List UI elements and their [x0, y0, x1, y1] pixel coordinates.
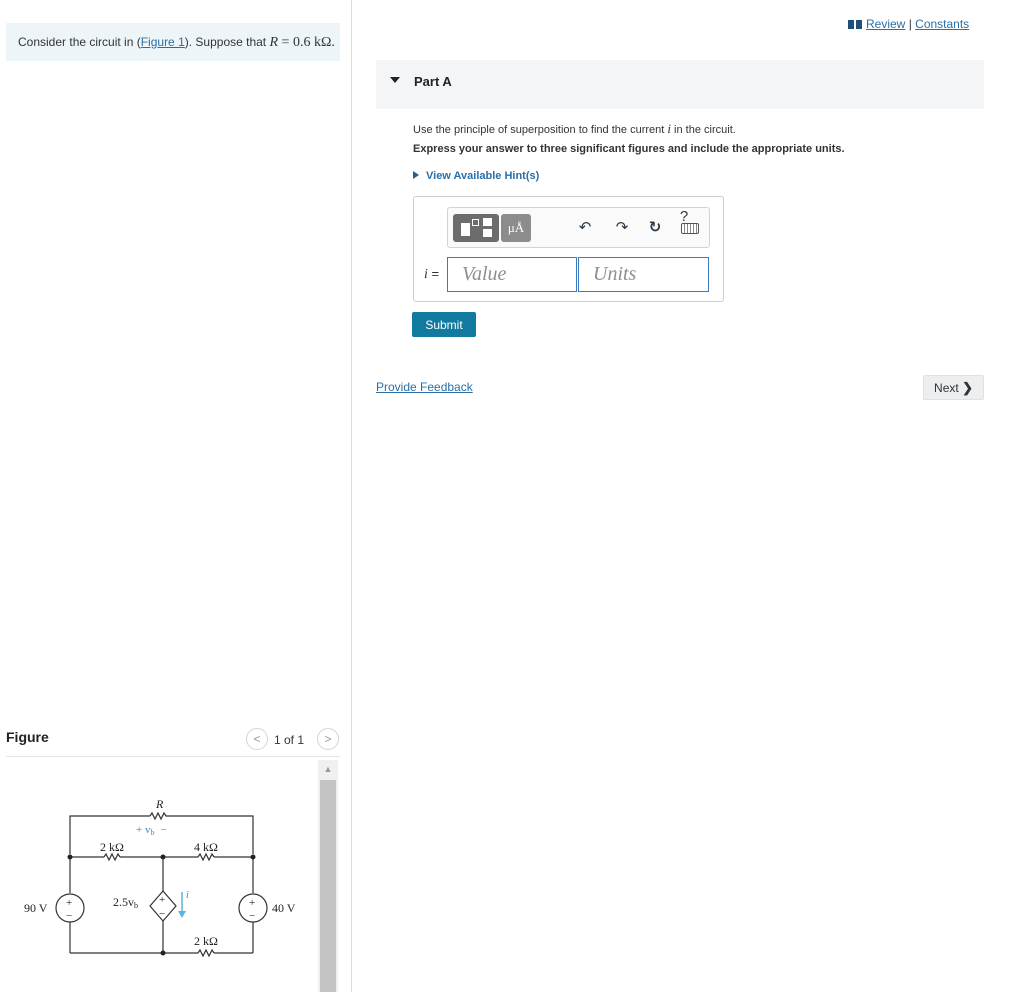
problem-prefix: Consider the circuit in (: [18, 35, 141, 49]
figure-pager: 1 of 1: [274, 733, 305, 747]
figure-scrollbar[interactable]: ▲: [318, 760, 338, 992]
reset-icon[interactable]: ↻: [643, 214, 667, 242]
units-input[interactable]: [578, 257, 709, 292]
v1-minus: −: [66, 910, 72, 922]
label-r3: 2 kΩ: [194, 934, 218, 948]
part-instruction: Use the principle of superposition to fi…: [413, 121, 736, 136]
part-a-header[interactable]: Part A: [376, 60, 984, 109]
v1-plus: +: [66, 897, 72, 909]
templates-icon[interactable]: [453, 214, 499, 242]
units-symbol-button[interactable]: μÅ: [501, 214, 531, 242]
redo-icon[interactable]: ↷: [610, 214, 634, 242]
provide-feedback-link[interactable]: Provide Feedback: [376, 380, 473, 394]
constants-link[interactable]: Constants: [915, 17, 969, 31]
figure-next-button[interactable]: >: [317, 728, 339, 750]
math-toolbar: μÅ ↶ ↷ ↻: [447, 207, 710, 248]
label-vb: + vb −: [136, 824, 167, 837]
label-dep: 2.5vb: [113, 895, 138, 910]
figure-title: Figure: [6, 729, 49, 745]
scroll-thumb[interactable]: [320, 780, 336, 992]
problem-statement: Consider the circuit in (Figure 1). Supp…: [6, 23, 340, 61]
label-v1: 90 V: [24, 901, 48, 915]
problem-middle: ). Suppose that: [184, 35, 270, 49]
v2-plus: +: [249, 897, 255, 909]
undo-icon[interactable]: ↶: [573, 214, 597, 242]
dep-minus: −: [159, 908, 165, 920]
label-r1: 2 kΩ: [100, 840, 124, 854]
part-title: Part A: [414, 74, 452, 89]
label-v2: 40 V: [272, 901, 296, 915]
circuit-diagram: R + vb − 2 kΩ 4 kΩ 2 kΩ 90 V 40 V 2.5vb i…: [24, 797, 296, 958]
book-icon: [848, 20, 862, 29]
review-constants-links: Review | Constants: [848, 17, 969, 31]
link-separator: |: [905, 17, 916, 31]
view-hints-toggle[interactable]: View Available Hint(s): [413, 170, 539, 182]
next-button[interactable]: Next ❯: [923, 375, 984, 400]
caret-down-icon[interactable]: [390, 77, 400, 83]
answer-variable-label: i =: [424, 266, 440, 282]
left-pane: Consider the circuit in (Figure 1). Supp…: [0, 0, 352, 992]
review-link[interactable]: Review: [866, 17, 905, 31]
figure-link[interactable]: Figure 1: [141, 35, 185, 49]
chevron-right-icon: ❯: [962, 379, 973, 395]
scroll-up-icon[interactable]: ▲: [318, 762, 338, 776]
dep-plus: +: [159, 894, 165, 906]
figure-prev-button[interactable]: <: [246, 728, 268, 750]
problem-var: R: [269, 35, 279, 50]
submit-button[interactable]: Submit: [412, 312, 476, 337]
problem-eq: = 0.6 kΩ.: [278, 35, 335, 50]
caret-right-icon: [413, 171, 419, 179]
label-r2: 4 kΩ: [194, 840, 218, 854]
figure-divider: [6, 756, 340, 757]
value-input[interactable]: [447, 257, 577, 292]
express-answer-note: Express your answer to three significant…: [413, 143, 845, 155]
help-icon[interactable]: ?: [672, 203, 696, 231]
answer-box: μÅ ↶ ↷ ↻ ? i =: [413, 196, 724, 302]
v2-minus: −: [249, 910, 255, 922]
label-r: R: [155, 797, 164, 811]
label-i: i: [186, 890, 189, 901]
